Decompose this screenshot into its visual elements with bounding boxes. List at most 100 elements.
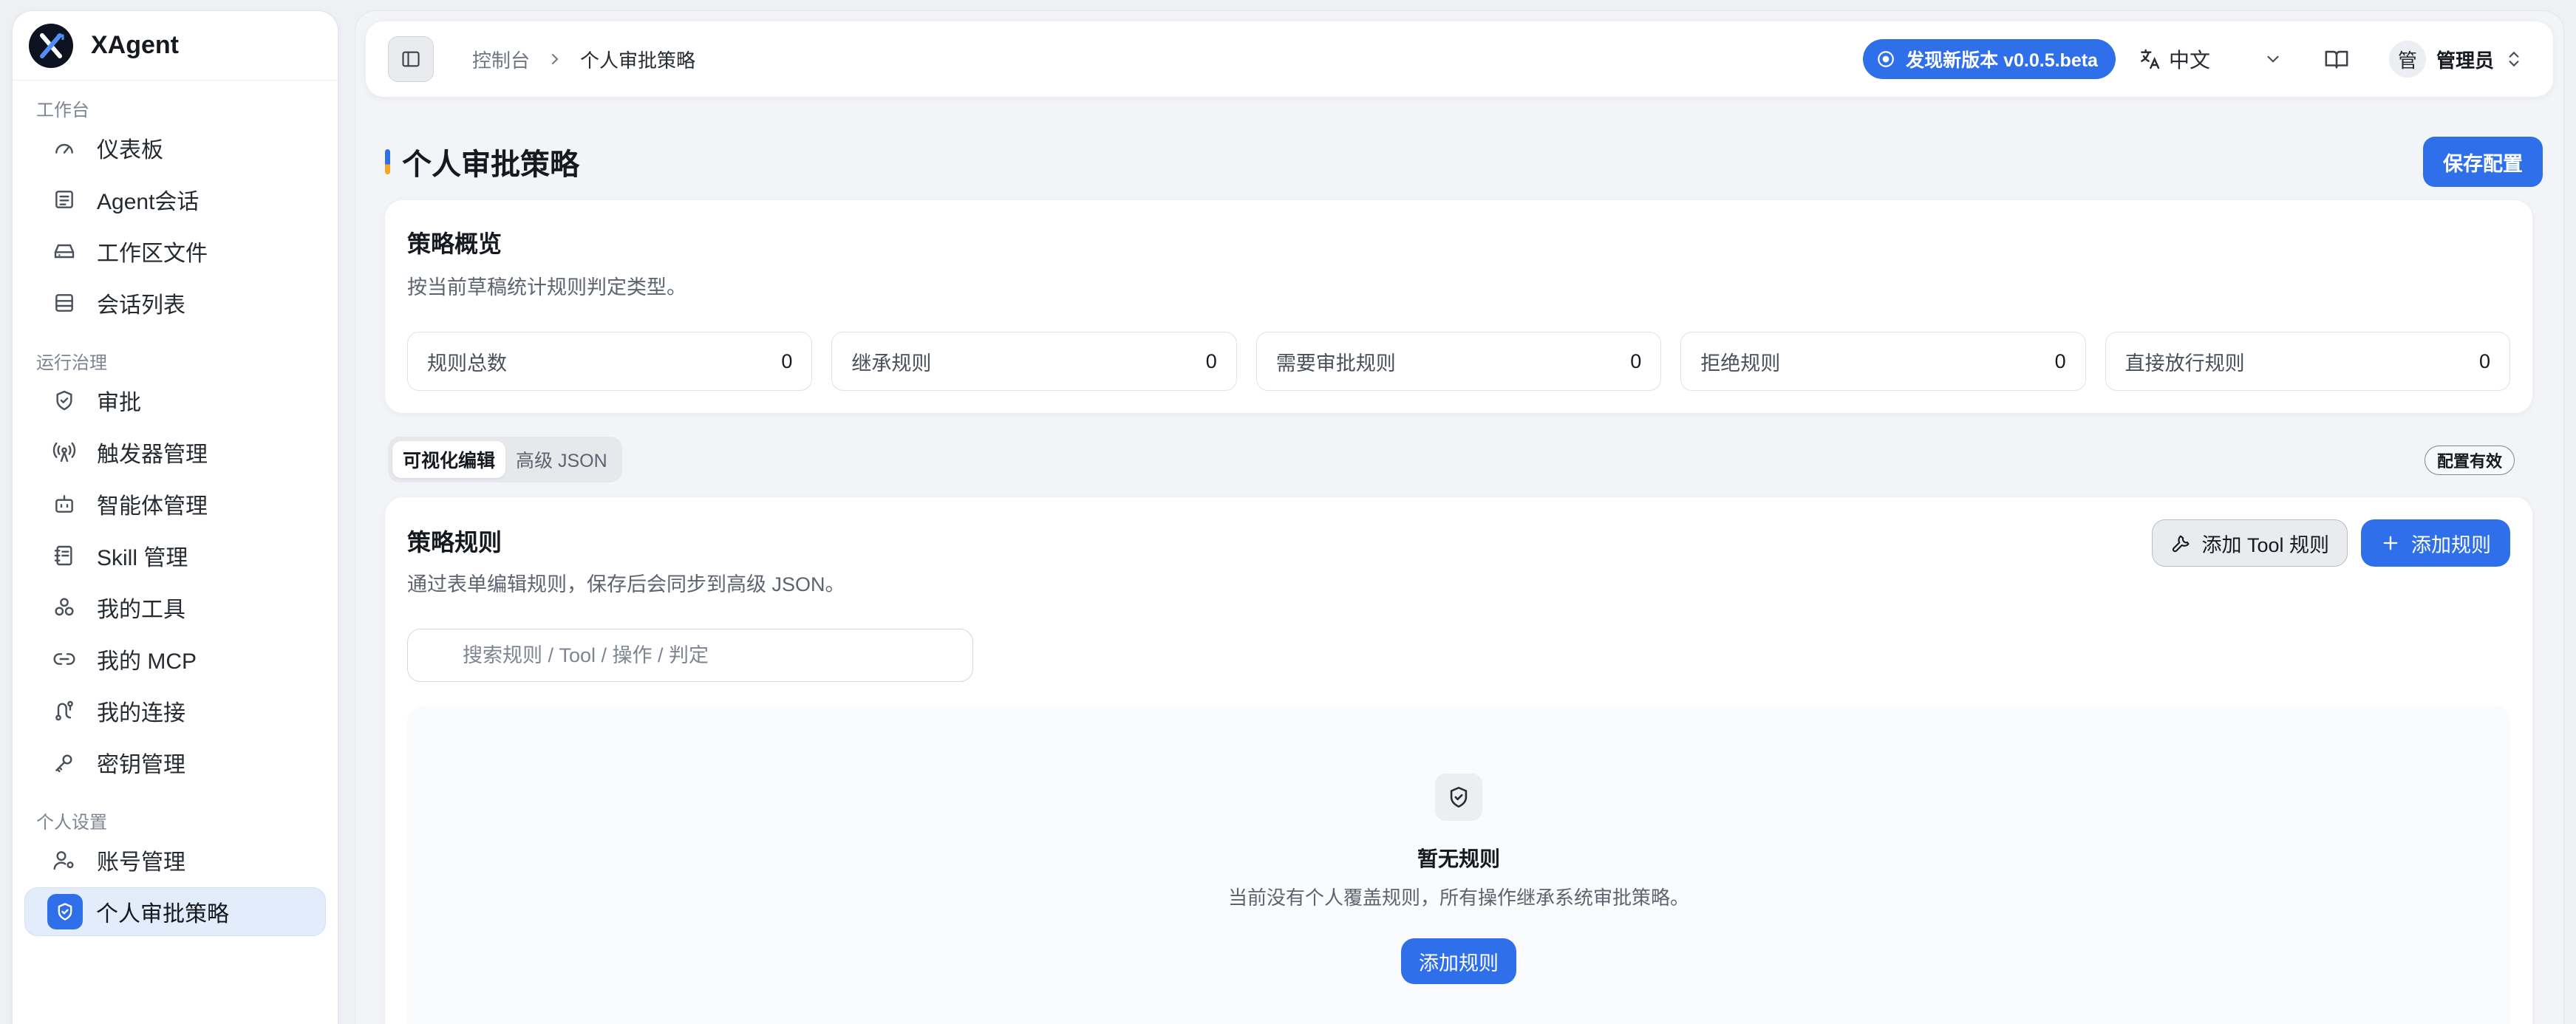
- notebook-icon: [52, 544, 76, 567]
- stat-label: 拒绝规则: [1700, 352, 1781, 375]
- shield-check-icon: [47, 894, 83, 929]
- message-icon: [52, 188, 76, 211]
- wrench-icon: [2170, 533, 2191, 553]
- sidebar-item-label: 我的 MCP: [97, 649, 197, 674]
- empty-subtitle: 当前没有个人覆盖规则，所有操作继承系统审批策略。: [1227, 887, 1689, 909]
- topbar-actions: 发现新版本 v0.0.5.beta 中文 管 管理员: [1863, 39, 2553, 79]
- page-title: 个人审批策略: [402, 149, 579, 181]
- stat-total-rules: 规则总数 0: [407, 332, 813, 391]
- tab-advanced-json[interactable]: 高级 JSON: [505, 441, 618, 478]
- rules-actions: 添加 Tool 规则 添加规则: [2152, 519, 2510, 567]
- route-icon: [52, 699, 76, 723]
- circle-dot-icon: [1876, 50, 1895, 69]
- stat-value: 0: [2479, 349, 2491, 372]
- sidebar-item-dashboard[interactable]: 仪表板: [24, 123, 326, 172]
- stat-label: 直接放行规则: [2124, 352, 2245, 375]
- brand[interactable]: XAgent: [13, 11, 338, 81]
- stat-label: 继承规则: [851, 352, 932, 375]
- translate-icon: [2138, 47, 2161, 71]
- search-icon: [430, 646, 449, 665]
- stat-label: 规则总数: [427, 352, 507, 375]
- overview-card: 策略概览 按当前草稿统计规则判定类型。 规则总数 0 继承规则 0 需要审批规则…: [385, 200, 2532, 413]
- overview-title: 策略概览: [407, 231, 502, 257]
- stat-deny-rules: 拒绝规则 0: [1680, 332, 2086, 391]
- language-select[interactable]: 中文: [2138, 44, 2283, 74]
- sidebar-item-label: 账号管理: [97, 850, 185, 875]
- sidebar-toggle-button[interactable]: [388, 36, 434, 82]
- sidebar-item-label: Agent会话: [97, 190, 200, 214]
- sidebar-item-secrets[interactable]: 密钥管理: [24, 738, 326, 787]
- stat-label: 需要审批规则: [1275, 352, 1396, 375]
- empty-add-rule-button[interactable]: 添加规则: [1401, 938, 1516, 984]
- plus-icon: [2380, 533, 2401, 553]
- panel-left-icon: [401, 49, 421, 69]
- rules-subtitle: 通过表单编辑规则，保存后会同步到高级 JSON。: [407, 573, 845, 595]
- rules-title: 策略规则: [407, 529, 502, 556]
- sidebar-item-triggers[interactable]: 触发器管理: [24, 428, 326, 477]
- shield-check-icon: [52, 389, 76, 412]
- main-content: 控制台 个人审批策略 发现新版本 v0.0.5.beta 中文 管 管理员 个人…: [355, 10, 2564, 1024]
- title-accent-bar: [385, 149, 390, 174]
- sidebar-item-label: 我的工具: [97, 598, 185, 622]
- user-menu[interactable]: 管 管理员: [2388, 41, 2524, 78]
- rule-search: [407, 629, 973, 682]
- new-version-button[interactable]: 发现新版本 v0.0.5.beta: [1863, 39, 2116, 79]
- add-tool-rule-button[interactable]: 添加 Tool 规则: [2152, 519, 2348, 567]
- search-input[interactable]: [463, 644, 965, 667]
- section-governance: 运行治理: [36, 352, 107, 373]
- bot-icon: [52, 492, 76, 516]
- sidebar-item-agent-chat[interactable]: Agent会话: [24, 175, 326, 224]
- sidebar-item-label: 会话列表: [97, 293, 185, 318]
- sidebar-item-my-tools[interactable]: 我的工具: [24, 583, 326, 632]
- stat-allow-rules: 直接放行规则 0: [2105, 332, 2511, 391]
- sidebar-item-label: 密钥管理: [97, 753, 185, 777]
- drive-icon: [52, 239, 76, 263]
- xagent-logo-icon: [29, 23, 73, 68]
- breadcrumb: 控制台 个人审批策略: [434, 46, 695, 73]
- empty-state: 暂无规则 当前没有个人覆盖规则，所有操作继承系统审批策略。 添加规则: [407, 706, 2510, 1024]
- stat-value: 0: [2054, 349, 2066, 372]
- sidebar-item-approval[interactable]: 审批: [24, 376, 326, 425]
- sidebar: XAgent 工作台 仪表板 Agent会话 工作区文件 会话列表 运行治理 审…: [12, 10, 338, 1024]
- stat-value: 0: [1205, 349, 1217, 372]
- tab-visual-editor[interactable]: 可视化编辑: [392, 441, 506, 478]
- stat-approval-rules: 需要审批规则 0: [1255, 332, 1662, 391]
- sidebar-item-label: 审批: [97, 391, 141, 415]
- gauge-icon: [52, 136, 76, 160]
- link-icon: [52, 647, 76, 671]
- cubes-icon: [52, 595, 76, 619]
- list-icon: [52, 291, 76, 315]
- sidebar-item-agents[interactable]: 智能体管理: [24, 479, 326, 528]
- sidebar-item-label: 工作区文件: [97, 242, 208, 266]
- shield-check-icon: [1435, 774, 1482, 821]
- chevron-right-icon: [546, 50, 564, 68]
- key-icon: [52, 751, 76, 774]
- sidebar-item-my-connections[interactable]: 我的连接: [24, 686, 326, 735]
- save-config-button[interactable]: 保存配置: [2423, 137, 2543, 187]
- overview-subtitle: 按当前草稿统计规则判定类型。: [407, 276, 686, 298]
- chevron-down-icon: [2263, 50, 2283, 69]
- book-open-icon[interactable]: [2324, 47, 2349, 72]
- page-header: 个人审批策略 保存配置: [385, 135, 2543, 188]
- editor-tabs: 可视化编辑 高级 JSON: [388, 437, 622, 482]
- sidebar-item-personal-approval-policy[interactable]: 个人审批策略: [24, 887, 326, 936]
- sidebar-item-session-list[interactable]: 会话列表: [24, 279, 326, 327]
- breadcrumb-console[interactable]: 控制台: [472, 46, 530, 73]
- breadcrumb-current: 个人审批策略: [580, 49, 696, 72]
- rules-card: 策略规则 通过表单编辑规则，保存后会同步到高级 JSON。 添加 Tool 规则…: [385, 497, 2532, 1024]
- version-label: 发现新版本 v0.0.5.beta: [1906, 50, 2098, 71]
- sidebar-item-label: 智能体管理: [97, 494, 208, 519]
- sidebar-item-workspace-files[interactable]: 工作区文件: [24, 227, 326, 276]
- sidebar-item-label: 触发器管理: [97, 443, 208, 467]
- sidebar-item-label: 个人审批策略: [96, 902, 229, 926]
- avatar: 管: [2388, 41, 2426, 78]
- language-label: 中文: [2168, 49, 2210, 72]
- sidebar-item-label: 仪表板: [97, 138, 163, 163]
- app-name: XAgent: [91, 31, 179, 59]
- add-rule-button[interactable]: 添加规则: [2361, 519, 2510, 567]
- stat-inherited-rules: 继承规则 0: [831, 332, 1237, 391]
- sidebar-item-skills[interactable]: Skill 管理: [24, 531, 326, 580]
- stat-value: 0: [781, 349, 793, 372]
- sidebar-item-my-mcp[interactable]: 我的 MCP: [24, 635, 326, 683]
- sidebar-item-account[interactable]: 账号管理: [24, 836, 326, 884]
